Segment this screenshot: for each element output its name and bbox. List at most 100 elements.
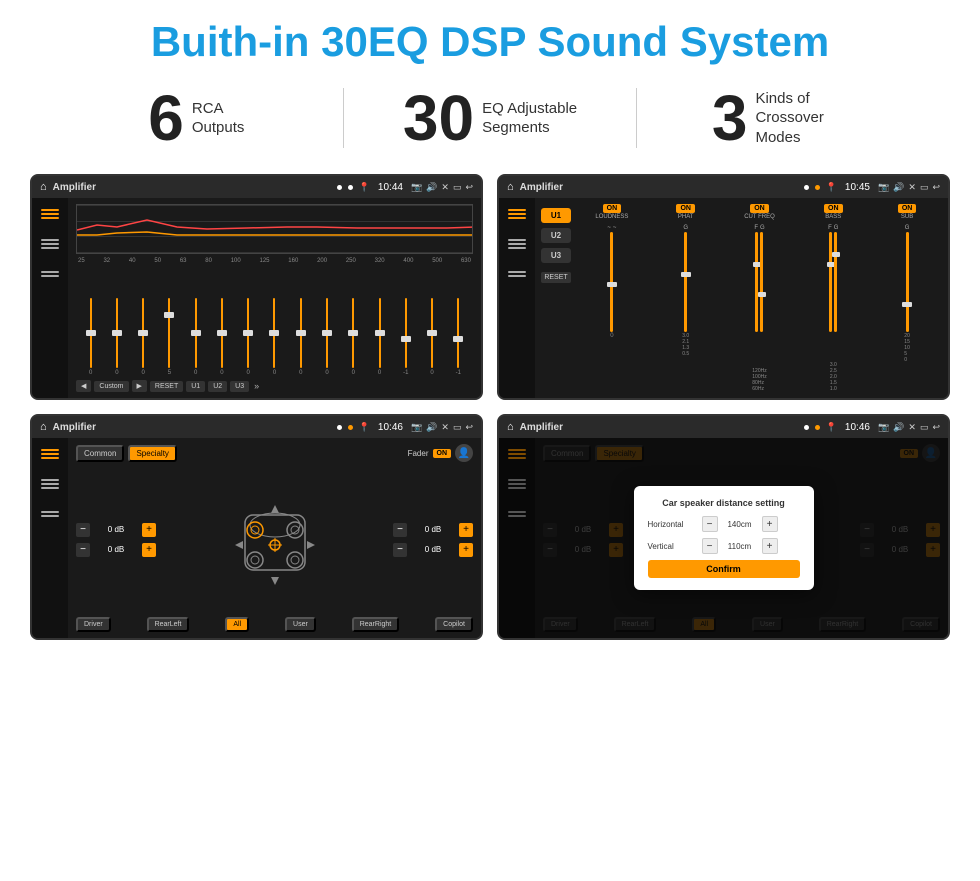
sliders-area: ~~ 0 G (577, 225, 942, 392)
presets-sidebar (499, 198, 535, 398)
close-icon: ✕ (441, 182, 449, 193)
preset-list: U1 U2 U3 RESET (541, 204, 571, 392)
fader-content: Common Specialty Fader ON 👤 − 0 dB + (68, 438, 481, 638)
fader-main: − 0 dB + − 0 dB + (76, 466, 473, 613)
bass-toggle[interactable]: ON (824, 204, 843, 213)
stat-crossover-label: Kinds ofCrossover Modes (755, 89, 855, 148)
phat-slider: G 3.02.11.30.5 (651, 225, 721, 392)
vertical-minus[interactable]: − (702, 538, 718, 554)
eq-slider-5: 0 (183, 298, 208, 376)
eq-sidebar (32, 198, 68, 398)
vertical-plus[interactable]: + (762, 538, 778, 554)
reset-btn-small[interactable]: RESET (541, 272, 571, 283)
stat-divider-1 (343, 88, 344, 148)
minus-btn-1[interactable]: − (76, 523, 90, 537)
eq-slider-12: 0 (367, 298, 392, 376)
home-icon: ⌂ (40, 181, 47, 193)
distance-dialog: Car speaker distance setting Horizontal … (634, 486, 814, 590)
eq-slider-14: 0 (419, 298, 444, 376)
wave-icon-3 (39, 476, 61, 492)
plus-btn-4[interactable]: + (459, 543, 473, 557)
eq-u1-btn[interactable]: U1 (186, 381, 205, 392)
db-row-2: − 0 dB + (76, 543, 156, 557)
volume-icon-4: 🔊 (893, 422, 904, 433)
cutfreq-toggle[interactable]: ON (750, 204, 769, 213)
eq-slider-7: 0 (236, 298, 261, 376)
back-icon-4: ↩ (932, 422, 940, 433)
camera-icon-2: 📷 (878, 182, 889, 193)
all-btn[interactable]: All (225, 617, 249, 632)
db-val-2: 0 dB (93, 545, 139, 554)
eq-slider-15: -1 (446, 298, 471, 376)
fader-body: Common Specialty Fader ON 👤 − 0 dB + (32, 438, 481, 638)
specialty-tab[interactable]: Specialty (128, 445, 176, 462)
eq-body: 2532405063 80100125160200 25032040050063… (32, 198, 481, 398)
eq-slider-3: 0 (131, 298, 156, 376)
preset-u2[interactable]: U2 (541, 228, 571, 243)
horizontal-minus[interactable]: − (702, 516, 718, 532)
preset-u1[interactable]: U1 (541, 208, 571, 223)
minus-btn-2[interactable]: − (76, 543, 90, 557)
eq-time: 10:44 (378, 182, 403, 193)
sub-toggle[interactable]: ON (898, 204, 917, 213)
loudness-slider: ~~ 0 (577, 225, 647, 392)
eq-u2-btn[interactable]: U2 (208, 381, 227, 392)
status-dot-5 (337, 425, 342, 430)
volume-icon-2: 🔊 (893, 182, 904, 193)
eq-slider-11: 0 (341, 298, 366, 376)
stat-rca-label: RCAOutputs (192, 99, 245, 138)
status-dot-8 (815, 425, 820, 430)
status-dot-4 (815, 185, 820, 190)
window-icon-3: ▭ (453, 422, 462, 433)
status-dot-3 (804, 185, 809, 190)
back-icon-3: ↩ (465, 422, 473, 433)
driver-btn[interactable]: Driver (76, 617, 111, 632)
db-val-1: 0 dB (93, 525, 139, 534)
eq-slider-10: 0 (314, 298, 339, 376)
eq-reset-btn[interactable]: RESET (150, 381, 183, 392)
bass-slider: FG 3.02.52.01.51.0 (798, 225, 868, 392)
window-icon-2: ▭ (920, 182, 929, 193)
distance-body: Common Specialty ON 👤 − 0 dB + − (499, 438, 948, 638)
eq-custom-btn[interactable]: Custom (94, 381, 128, 392)
eq-prev-btn[interactable]: ◀ (76, 380, 91, 392)
eq-play-btn[interactable]: ▶ (132, 380, 147, 392)
status-dot-6 (348, 425, 353, 430)
presets-screen: ⌂ Amplifier 📍 10:45 📷 🔊 ✕ ▭ ↩ (497, 174, 950, 400)
car-diagram (160, 466, 389, 613)
eq-freq-labels: 2532405063 80100125160200 25032040050063… (76, 258, 473, 264)
cutfreq-label: CUT FREQ (744, 214, 775, 220)
presets-topbar-icons: 📍 10:45 📷 🔊 ✕ ▭ ↩ (826, 182, 940, 193)
vertical-row: Vertical − 110cm + (648, 538, 800, 554)
minus-btn-4[interactable]: − (393, 543, 407, 557)
plus-btn-3[interactable]: + (459, 523, 473, 537)
copilot-btn[interactable]: Copilot (435, 617, 473, 632)
horizontal-plus[interactable]: + (762, 516, 778, 532)
rearleft-btn[interactable]: RearLeft (147, 617, 190, 632)
common-tab[interactable]: Common (76, 445, 124, 462)
cutfreq-slider: FG 120Hz100Hz80Hz6 (725, 225, 795, 392)
close-icon-4: ✕ (908, 422, 916, 433)
rearright-btn[interactable]: RearRight (352, 617, 400, 632)
minus-btn-3[interactable]: − (393, 523, 407, 537)
fader-toggle[interactable]: ON (433, 449, 452, 458)
loudness-toggle[interactable]: ON (603, 204, 622, 213)
eq-slider-6: 0 (209, 298, 234, 376)
confirm-button[interactable]: Confirm (648, 560, 800, 578)
horizontal-row: Horizontal − 140cm + (648, 516, 800, 532)
eq-u3-btn[interactable]: U3 (230, 381, 249, 392)
preset-u3[interactable]: U3 (541, 248, 571, 263)
eq-sliders: 0 0 0 (76, 268, 473, 376)
plus-btn-1[interactable]: + (142, 523, 156, 537)
eq-screen: ⌂ Amplifier 📍 10:44 📷 🔊 ✕ ▭ ↩ (30, 174, 483, 400)
window-icon-4: ▭ (920, 422, 929, 433)
plus-btn-2[interactable]: + (142, 543, 156, 557)
camera-icon-3: 📷 (411, 422, 422, 433)
presets-topbar: ⌂ Amplifier 📍 10:45 📷 🔊 ✕ ▭ ↩ (499, 176, 948, 198)
db-row-1: − 0 dB + (76, 523, 156, 537)
car-diagram-svg (225, 480, 325, 600)
eq-icon-2 (506, 206, 528, 222)
phat-toggle[interactable]: ON (676, 204, 695, 213)
volume-icon-3: 🔊 (426, 422, 437, 433)
user-btn[interactable]: User (285, 617, 316, 632)
